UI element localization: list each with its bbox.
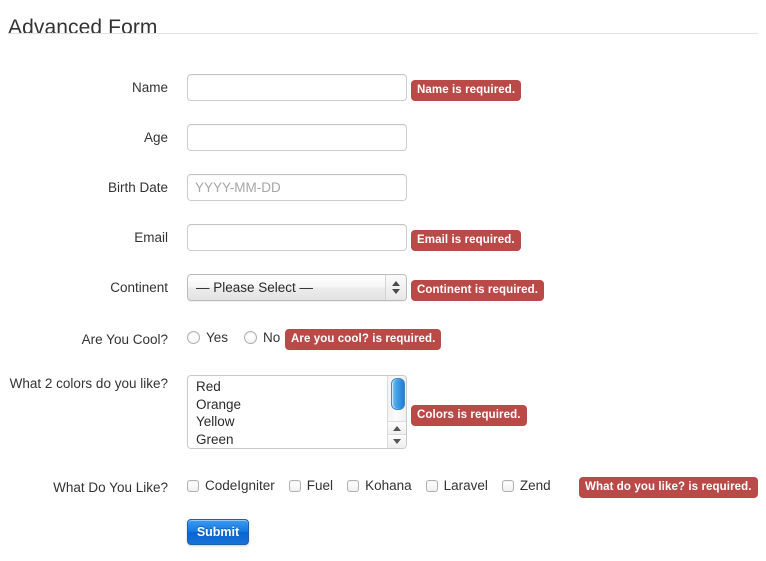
radio-circle-icon[interactable] — [187, 331, 200, 344]
form-row-birth-date: Birth Date — [0, 174, 766, 204]
list-item[interactable]: Orange — [196, 396, 387, 414]
chevron-up-icon — [392, 281, 400, 286]
continent-selected-value: — Please Select — — [196, 280, 314, 295]
form-row-are-you-cool: Are You Cool? Yes No Are you cool? is re… — [0, 326, 766, 356]
email-label: Email — [134, 230, 168, 245]
colors-listbox[interactable]: Red Orange Yellow Green — [187, 375, 407, 449]
radio-label-no: No — [263, 330, 281, 345]
form-row-submit: Submit — [0, 519, 766, 549]
radio-item-no[interactable]: No — [244, 328, 280, 347]
continent-error-badge: Continent is required. — [411, 280, 545, 301]
form-row-name: Name Name is required. — [0, 74, 766, 104]
page-title: Advanced Form — [8, 16, 158, 40]
chevron-up-icon — [393, 426, 401, 431]
email-input[interactable] — [187, 224, 407, 251]
checkbox-label-fuel: Fuel — [306, 478, 334, 493]
colors-error-badge: Colors is required. — [411, 405, 527, 426]
what-do-you-like-checkbox-group: CodeIgniter Fuel Kohana Laravel Zend — [187, 476, 565, 495]
name-error-badge: Name is required. — [411, 80, 522, 101]
scroll-down-button[interactable] — [388, 434, 406, 448]
name-label: Name — [131, 80, 168, 95]
form-row-email: Email Email is required. — [0, 224, 766, 254]
checkbox-item-zend[interactable]: Zend — [501, 476, 551, 495]
email-error-badge: Email is required. — [411, 230, 521, 251]
checkbox-square-icon[interactable] — [347, 479, 360, 492]
colors-label: What 2 colors do you like? — [9, 376, 168, 391]
colors-listbox-scrollbar[interactable] — [387, 376, 406, 448]
form-row-colors: What 2 colors do you like? Red Orange Ye… — [0, 375, 766, 451]
scrollbar-thumb[interactable] — [391, 378, 405, 410]
radio-label-yes: Yes — [206, 330, 229, 345]
are-you-cool-radio-group: Yes No — [187, 328, 296, 347]
scroll-up-button[interactable] — [388, 421, 406, 435]
submit-button[interactable]: Submit — [187, 519, 249, 545]
continent-label: Continent — [110, 280, 168, 295]
checkbox-label-kohana: Kohana — [365, 478, 412, 493]
birth-date-input[interactable] — [187, 174, 407, 201]
checkbox-item-kohana[interactable]: Kohana — [347, 476, 412, 495]
checkbox-square-icon[interactable] — [425, 479, 438, 492]
checkbox-item-laravel[interactable]: Laravel — [425, 476, 488, 495]
are-you-cool-label: Are You Cool? — [81, 332, 168, 347]
radio-circle-icon[interactable] — [244, 331, 258, 344]
select-stepper-arrows-icon[interactable] — [385, 275, 406, 300]
form-row-continent: Continent — Please Select — Continent is… — [0, 274, 766, 304]
advanced-form-page: Advanced Form Name Name is required. Age… — [0, 0, 766, 561]
colors-option-list: Red Orange Yellow Green — [188, 378, 387, 448]
list-item[interactable]: Yellow — [196, 413, 387, 431]
chevron-down-icon — [392, 289, 400, 294]
checkbox-square-icon[interactable] — [187, 479, 199, 492]
birth-date-label: Birth Date — [107, 180, 168, 195]
list-item[interactable]: Red — [196, 378, 387, 396]
continent-select[interactable]: — Please Select — — [187, 274, 407, 301]
checkbox-item-fuel[interactable]: Fuel — [288, 476, 334, 495]
age-input[interactable] — [187, 124, 407, 151]
radio-item-yes[interactable]: Yes — [187, 328, 228, 347]
checkbox-item-codeigniter[interactable]: CodeIgniter — [187, 476, 275, 495]
checkbox-label-laravel: Laravel — [443, 478, 488, 493]
form-row-what-do-you-like: What Do You Like? CodeIgniter Fuel Kohan… — [0, 474, 766, 504]
what-do-you-like-label: What Do You Like? — [53, 480, 168, 495]
title-divider — [8, 33, 758, 34]
checkbox-square-icon[interactable] — [501, 479, 514, 492]
list-item[interactable]: Green — [196, 431, 387, 449]
what-do-you-like-error-badge: What do you like? is required. — [579, 477, 758, 498]
chevron-down-icon — [393, 439, 401, 444]
age-label: Age — [143, 130, 168, 145]
are-you-cool-error-badge: Are you cool? is required. — [285, 329, 442, 350]
checkbox-square-icon[interactable] — [288, 479, 301, 492]
form-row-age: Age — [0, 124, 766, 154]
checkbox-label-codeigniter: CodeIgniter — [205, 478, 275, 493]
checkbox-label-zend: Zend — [519, 478, 551, 493]
name-input[interactable] — [187, 74, 407, 101]
